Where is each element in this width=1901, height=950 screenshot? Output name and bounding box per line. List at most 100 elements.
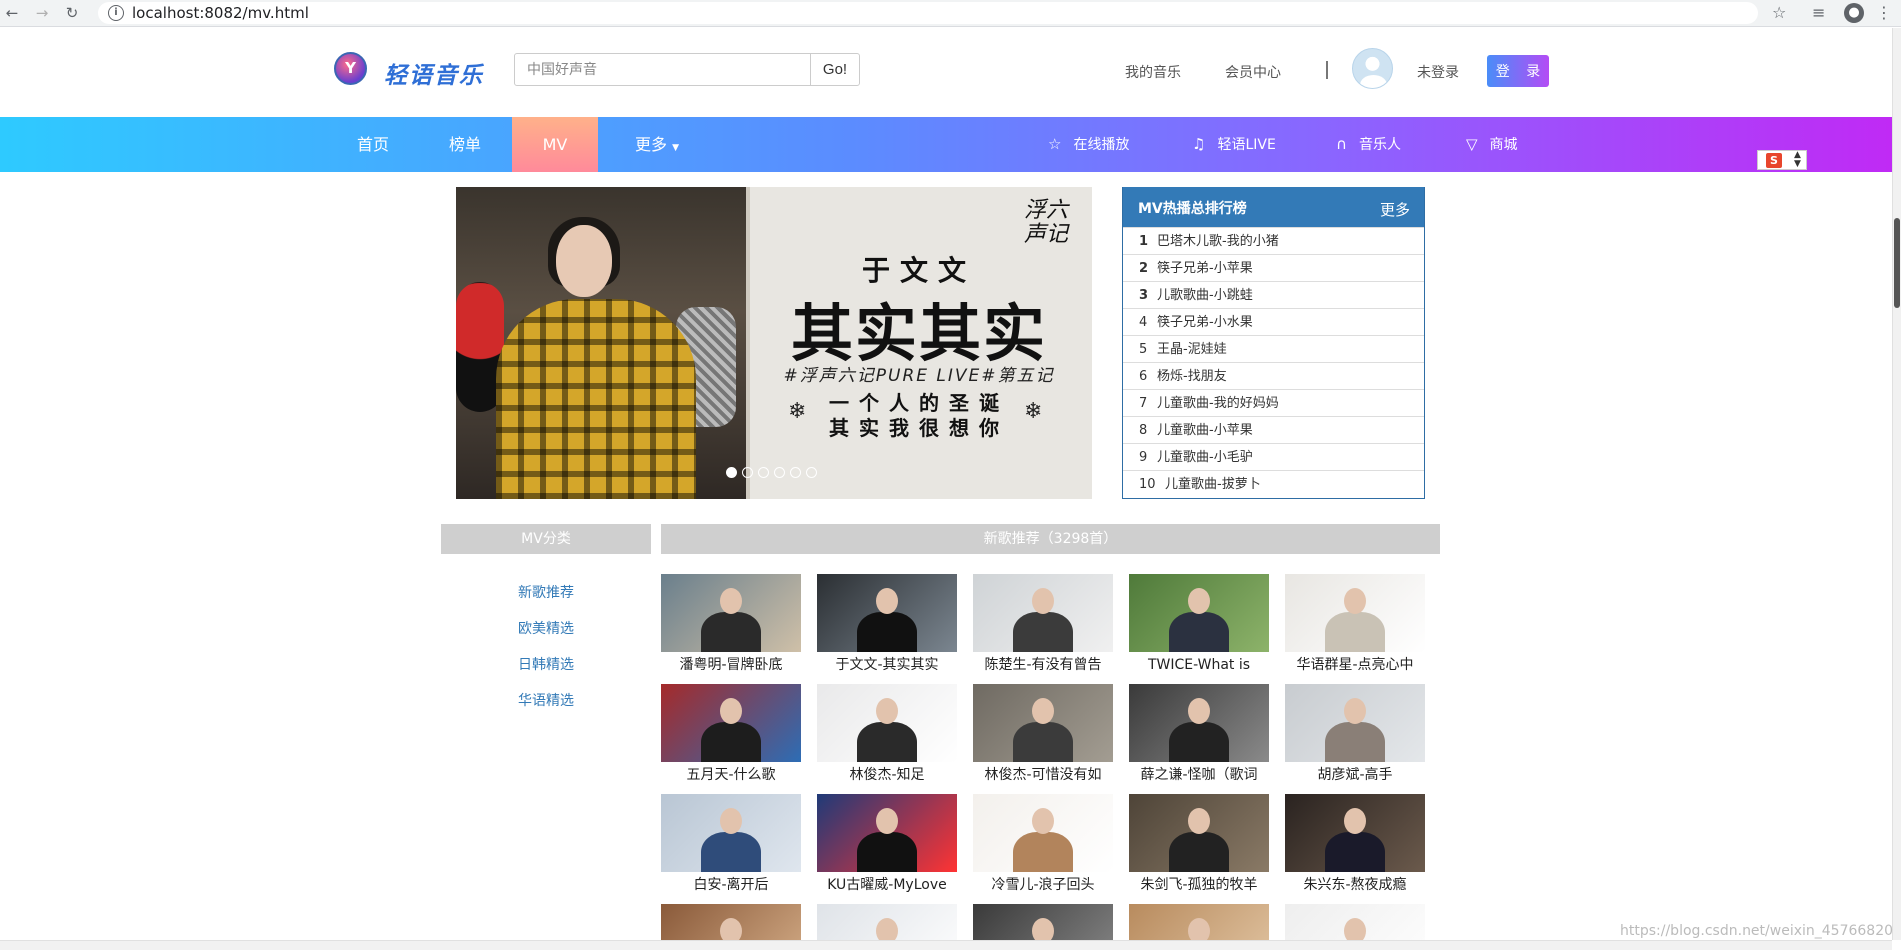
category-new-songs[interactable]: 新歌推荐 xyxy=(441,582,651,602)
rank-more-link[interactable]: 更多 xyxy=(1380,199,1410,220)
scrollbar-thumb[interactable] xyxy=(1894,218,1900,308)
my-music-link[interactable]: 我的音乐 xyxy=(1125,62,1181,82)
mv-card[interactable]: 朱兴东-熬夜成瘾 xyxy=(1285,794,1425,895)
forward-arrow-icon[interactable]: → xyxy=(32,3,52,23)
mv-card[interactable]: 林俊杰-知足 xyxy=(817,684,957,785)
rank-row[interactable]: 7 儿童歌曲-我的好妈妈 xyxy=(1123,389,1424,416)
mv-thumbnail[interactable] xyxy=(1129,574,1269,652)
mv-thumbnail[interactable] xyxy=(973,794,1113,872)
mv-thumbnail[interactable] xyxy=(817,574,957,652)
banner-carousel[interactable]: 浮六声记 于文文 其实其实 #浮声六记PURE LIVE#第五记 一个人的圣诞 … xyxy=(456,187,1092,499)
mv-thumbnail[interactable] xyxy=(973,574,1113,652)
vertical-scrollbar[interactable] xyxy=(1892,28,1901,940)
mv-card[interactable]: KU古曜威-MyLove xyxy=(817,794,957,895)
member-center-link[interactable]: 会员中心 xyxy=(1225,62,1281,82)
logo-icon[interactable]: Y xyxy=(334,52,367,85)
back-arrow-icon[interactable]: ← xyxy=(2,3,22,23)
rank-row[interactable]: 8 儿童歌曲-小苹果 xyxy=(1123,416,1424,443)
kebab-menu-icon[interactable]: ⋮ xyxy=(1876,3,1892,22)
mv-title[interactable]: 林俊杰-可惜没有如 xyxy=(973,765,1113,785)
mv-title[interactable]: 朱剑飞-孤独的牧羊 xyxy=(1129,875,1269,895)
mv-title[interactable]: 潘粤明-冒牌卧底 xyxy=(661,655,801,675)
carousel-dot[interactable] xyxy=(790,467,801,478)
mv-title[interactable]: TWICE-What is xyxy=(1129,655,1269,675)
mv-thumbnail[interactable] xyxy=(1285,684,1425,762)
carousel-dot[interactable] xyxy=(758,467,769,478)
category-chinese[interactable]: 华语精选 xyxy=(441,690,651,710)
horizontal-scrollbar[interactable] xyxy=(0,940,1892,950)
mv-thumbnail[interactable] xyxy=(1285,794,1425,872)
carousel-dot[interactable] xyxy=(742,467,753,478)
search-button[interactable]: Go! xyxy=(810,53,860,86)
reload-icon[interactable]: ↻ xyxy=(62,3,82,23)
carousel-dot[interactable] xyxy=(806,467,817,478)
mv-title[interactable]: 于文文-其实其实 xyxy=(817,655,957,675)
mv-card[interactable]: 五月天-什么歌 xyxy=(661,684,801,785)
nav-item-mv[interactable]: MV xyxy=(512,117,598,172)
login-button[interactable]: 登 录 xyxy=(1487,55,1549,87)
mv-title[interactable]: 五月天-什么歌 xyxy=(661,765,801,785)
mv-thumbnail[interactable] xyxy=(1129,794,1269,872)
mv-thumbnail[interactable] xyxy=(817,794,957,872)
mv-card[interactable]: 冷雪儿-浪子回头 xyxy=(973,794,1113,895)
mv-card[interactable]: 白安-离开后 xyxy=(661,794,801,895)
rank-row[interactable]: 10 儿童歌曲-拔萝卜 xyxy=(1123,470,1424,497)
mv-thumbnail[interactable] xyxy=(1285,574,1425,652)
carousel-dot[interactable] xyxy=(726,467,737,478)
rank-row[interactable]: 6 杨烁-找朋友 xyxy=(1123,362,1424,389)
mv-title[interactable]: 朱兴东-熬夜成瘾 xyxy=(1285,875,1425,895)
mv-title[interactable]: KU古曜威-MyLove xyxy=(817,875,957,895)
avatar[interactable] xyxy=(1352,48,1393,89)
mv-thumbnail[interactable] xyxy=(661,684,801,762)
thumbnail-figure xyxy=(857,612,917,652)
rank-row[interactable]: 9 儿童歌曲-小毛驴 xyxy=(1123,443,1424,470)
mv-card[interactable]: 胡彦斌-高手 xyxy=(1285,684,1425,785)
mv-card[interactable]: 陈楚生-有没有曾告 xyxy=(973,574,1113,675)
address-bar[interactable]: i localhost:8082/mv.html xyxy=(98,2,1758,24)
rank-row[interactable]: 4 筷子兄弟-小水果 xyxy=(1123,308,1424,335)
mv-title[interactable]: 冷雪儿-浪子回头 xyxy=(973,875,1113,895)
mv-title[interactable]: 陈楚生-有没有曾告 xyxy=(973,655,1113,675)
mv-thumbnail[interactable] xyxy=(973,684,1113,762)
nav-item-charts[interactable]: 榜单 xyxy=(432,117,498,172)
mv-card[interactable]: 于文文-其实其实 xyxy=(817,574,957,675)
ime-toolbar[interactable]: S ▲ ▼ xyxy=(1757,150,1807,170)
mv-card[interactable]: 朱剑飞-孤独的牧羊 xyxy=(1129,794,1269,895)
rank-row[interactable]: 1 巴塔木儿歌-我的小猪 xyxy=(1123,227,1424,254)
rank-row[interactable]: 3 儿歌歌曲-小跳蛙 xyxy=(1123,281,1424,308)
carousel-dot[interactable] xyxy=(774,467,785,478)
bookmark-star-icon[interactable]: ☆ xyxy=(1772,3,1786,22)
mv-thumbnail[interactable] xyxy=(817,684,957,762)
mv-thumbnail[interactable] xyxy=(661,574,801,652)
mv-title[interactable]: 薛之谦-怪咖（歌词 xyxy=(1129,765,1269,785)
search-input[interactable] xyxy=(514,53,811,86)
mv-card[interactable]: 潘粤明-冒牌卧底 xyxy=(661,574,801,675)
mv-card[interactable]: 华语群星-点亮心中 xyxy=(1285,574,1425,675)
nav-musician[interactable]: ∩ 音乐人 xyxy=(1336,117,1401,172)
mv-title[interactable]: 胡彦斌-高手 xyxy=(1285,765,1425,785)
nav-live[interactable]: ♫ 轻语LIVE xyxy=(1192,117,1276,172)
mv-thumbnail[interactable] xyxy=(661,794,801,872)
logo-text[interactable]: 轻语音乐 xyxy=(384,56,484,90)
mv-rank-panel: MV热播总排行榜 更多 1 巴塔木儿歌-我的小猪 2 筷子兄弟-小苹果 3 儿歌歌曲-… xyxy=(1122,187,1425,499)
category-jpkr[interactable]: 日韩精选 xyxy=(441,654,651,674)
nav-shop[interactable]: ▽ 商城 xyxy=(1466,117,1518,172)
rank-row[interactable]: 2 筷子兄弟-小苹果 xyxy=(1123,254,1424,281)
info-icon[interactable]: i xyxy=(108,5,124,21)
mv-title[interactable]: 华语群星-点亮心中 xyxy=(1285,655,1425,675)
rank-row[interactable]: 5 王晶-泥娃娃 xyxy=(1123,335,1424,362)
nav-item-more[interactable]: 更多 ▼ xyxy=(614,117,700,172)
category-western[interactable]: 欧美精选 xyxy=(441,618,651,638)
nav-item-home[interactable]: 首页 xyxy=(340,117,406,172)
mv-thumbnail[interactable] xyxy=(1129,684,1269,762)
banner-tag: #浮声六记PURE LIVE#第五记 xyxy=(783,366,1055,386)
mv-card[interactable]: TWICE-What is xyxy=(1129,574,1269,675)
mv-title[interactable]: 白安-离开后 xyxy=(661,875,801,895)
profile-icon[interactable]: ● xyxy=(1844,3,1864,23)
mv-card[interactable]: 林俊杰-可惜没有如 xyxy=(973,684,1113,785)
rank-song-name: 儿童歌曲-我的好妈妈 xyxy=(1157,396,1279,411)
media-queue-icon[interactable]: ≡ xyxy=(1812,3,1825,22)
mv-title[interactable]: 林俊杰-知足 xyxy=(817,765,957,785)
mv-card[interactable]: 薛之谦-怪咖（歌词 xyxy=(1129,684,1269,785)
nav-online-play[interactable]: ☆ 在线播放 xyxy=(1048,117,1129,172)
